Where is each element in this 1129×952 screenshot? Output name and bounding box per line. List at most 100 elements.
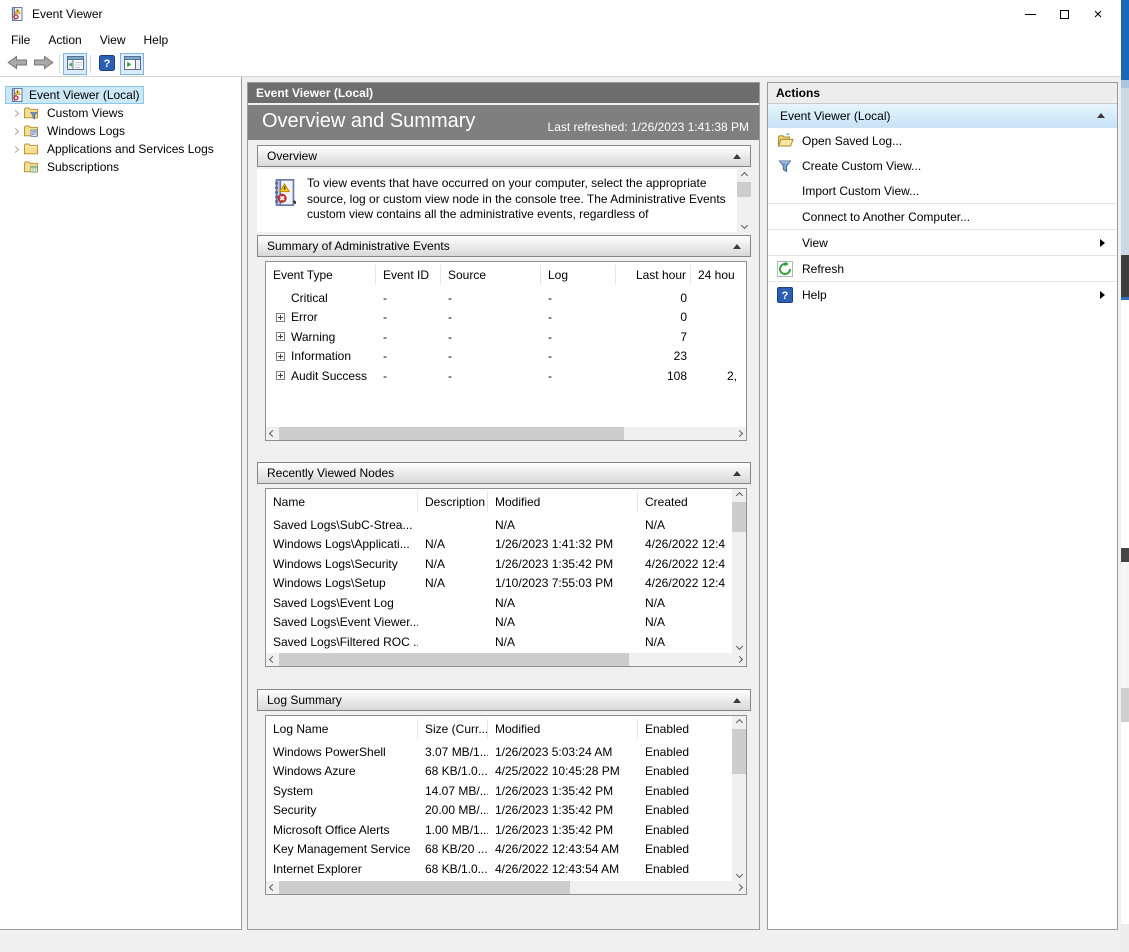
- column-header-log-name[interactable]: Log Name: [266, 719, 418, 739]
- scroll-right-icon[interactable]: [736, 430, 743, 437]
- scroll-left-icon[interactable]: [269, 656, 276, 663]
- scroll-down-icon[interactable]: [735, 871, 742, 878]
- log-summary-row[interactable]: System14.07 MB/...1/26/2023 1:35:42 PMEn…: [266, 781, 746, 801]
- scrollbar-thumb[interactable]: [732, 502, 746, 532]
- column-header-description[interactable]: Description: [418, 492, 488, 512]
- scroll-down-icon[interactable]: [740, 222, 747, 229]
- column-header-log[interactable]: Log: [541, 265, 616, 285]
- scrollbar-track[interactable]: [279, 427, 733, 440]
- scrollbar-thumb[interactable]: [279, 881, 570, 894]
- summary-event-row[interactable]: Information---23: [266, 347, 746, 367]
- overview-vertical-scrollbar[interactable]: [737, 169, 751, 232]
- scrollbar-thumb[interactable]: [737, 182, 751, 197]
- expand-plus-icon[interactable]: [276, 313, 285, 322]
- scroll-up-icon[interactable]: [735, 719, 742, 726]
- scrollbar-thumb[interactable]: [279, 427, 624, 440]
- column-header-source[interactable]: Source: [441, 265, 541, 285]
- scrollbar-track[interactable]: [732, 729, 746, 868]
- action-item-help[interactable]: ?Help: [768, 282, 1117, 307]
- menu-item-view[interactable]: View: [91, 30, 135, 50]
- recent-node-row[interactable]: Saved Logs\Filtered ROC ...N/AN/A: [266, 632, 746, 652]
- scrollbar-track[interactable]: [732, 502, 746, 640]
- horizontal-scrollbar[interactable]: [266, 881, 746, 894]
- help-button[interactable]: ?: [94, 53, 120, 75]
- summary-event-row[interactable]: Audit Success---1082,: [266, 366, 746, 386]
- vertical-scrollbar[interactable]: [732, 716, 746, 881]
- show-action-pane-button[interactable]: [120, 53, 144, 75]
- action-item-create-custom-view-[interactable]: Create Custom View...: [768, 153, 1117, 178]
- actions-group-header[interactable]: Event Viewer (Local): [768, 104, 1117, 128]
- action-item-import-custom-view-[interactable]: Import Custom View...: [768, 178, 1117, 203]
- scroll-right-icon[interactable]: [736, 656, 743, 663]
- column-header-size-curr-[interactable]: Size (Curr...: [418, 719, 488, 739]
- tree-expander[interactable]: [8, 129, 23, 134]
- tree-item-subscriptions[interactable]: Subscriptions: [0, 158, 241, 176]
- horizontal-scrollbar[interactable]: [266, 427, 746, 440]
- recent-node-row[interactable]: Saved Logs\SubC-Strea...N/AN/A: [266, 515, 746, 535]
- scroll-left-icon[interactable]: [269, 430, 276, 437]
- expand-plus-icon[interactable]: [276, 371, 285, 380]
- action-item-view[interactable]: View: [768, 230, 1117, 255]
- recent-node-row[interactable]: Windows Logs\SecurityN/A1/26/2023 1:35:4…: [266, 554, 746, 574]
- summary-section-header[interactable]: Summary of Administrative Events: [257, 235, 751, 257]
- column-header-name[interactable]: Name: [266, 492, 418, 512]
- scrollbar-track[interactable]: [279, 653, 733, 666]
- tree-item-custom-views[interactable]: Custom Views: [0, 104, 241, 122]
- menu-item-action[interactable]: Action: [39, 30, 90, 50]
- scroll-up-icon[interactable]: [735, 492, 742, 499]
- column-header-event-type[interactable]: Event Type: [266, 265, 376, 285]
- scroll-left-icon[interactable]: [269, 884, 276, 891]
- close-button[interactable]: ×: [1081, 0, 1115, 28]
- recent-node-row[interactable]: Saved Logs\Event LogN/AN/A: [266, 593, 746, 613]
- maximize-button[interactable]: [1047, 0, 1081, 28]
- scrollbar-thumb[interactable]: [279, 653, 629, 666]
- column-header-enabled[interactable]: Enabled: [638, 719, 732, 739]
- column-header-last-hour[interactable]: Last hour: [616, 265, 691, 285]
- summary-event-row[interactable]: Critical---0: [266, 288, 746, 308]
- column-header-modified[interactable]: Modified: [488, 719, 638, 739]
- show-console-tree-button[interactable]: [63, 53, 87, 75]
- back-button[interactable]: [4, 53, 30, 75]
- log-summary-row[interactable]: Security20.00 MB/...1/26/2023 1:35:42 PM…: [266, 801, 746, 821]
- log-summary-row[interactable]: Key Management Service68 KB/20 ...4/26/2…: [266, 840, 746, 860]
- vertical-scrollbar[interactable]: [732, 489, 746, 653]
- tree-item-windows-logs[interactable]: Windows Logs: [0, 122, 241, 140]
- action-item-open-saved-log-[interactable]: Open Saved Log...: [768, 128, 1117, 153]
- expand-plus-icon[interactable]: [276, 352, 285, 361]
- column-header-modified[interactable]: Modified: [488, 492, 638, 512]
- minimize-button[interactable]: [1013, 0, 1047, 28]
- log-summary-row[interactable]: Windows Azure68 KB/1.0...4/25/2022 10:45…: [266, 762, 746, 782]
- tree-item-event-viewer-local-[interactable]: Event Viewer (Local): [0, 86, 241, 104]
- summary-event-row[interactable]: Error---0: [266, 308, 746, 328]
- recent-nodes-section-header[interactable]: Recently Viewed Nodes: [257, 462, 751, 484]
- recent-node-row[interactable]: Saved Logs\Event Viewer...N/AN/A: [266, 613, 746, 633]
- log-summary-row[interactable]: Windows PowerShell3.07 MB/1...1/26/2023 …: [266, 742, 746, 762]
- column-header-event-id[interactable]: Event ID: [376, 265, 441, 285]
- scrollbar-track[interactable]: [279, 881, 733, 894]
- tree-expander[interactable]: [8, 111, 23, 116]
- recent-node-row[interactable]: Windows Logs\SetupN/A1/10/2023 7:55:03 P…: [266, 574, 746, 594]
- expand-plus-icon[interactable]: [276, 332, 285, 341]
- scrollbar-thumb[interactable]: [732, 729, 746, 774]
- menu-item-help[interactable]: Help: [135, 30, 178, 50]
- log-summary-section-header[interactable]: Log Summary: [257, 689, 751, 711]
- column-header-24-hou[interactable]: 24 hou: [691, 265, 741, 285]
- table-cell: Critical: [266, 291, 376, 305]
- action-item-refresh[interactable]: Refresh: [768, 256, 1117, 281]
- scroll-right-icon[interactable]: [736, 884, 743, 891]
- log-summary-row[interactable]: Microsoft Office Alerts1.00 MB/1...1/26/…: [266, 820, 746, 840]
- scroll-down-icon[interactable]: [735, 643, 742, 650]
- recent-node-row[interactable]: Windows Logs\Applicati...N/A1/26/2023 1:…: [266, 535, 746, 555]
- tree-item-applications-and-services-logs[interactable]: Applications and Services Logs: [0, 140, 241, 158]
- log-summary-row[interactable]: Internet Explorer68 KB/1.0...4/26/2022 1…: [266, 859, 746, 879]
- column-header-created[interactable]: Created: [638, 492, 732, 512]
- horizontal-scrollbar[interactable]: [266, 653, 746, 666]
- menu-item-file[interactable]: File: [2, 30, 39, 50]
- action-item-connect-to-another-computer-[interactable]: Connect to Another Computer...: [768, 204, 1117, 229]
- overview-section-header[interactable]: Overview: [257, 145, 751, 167]
- summary-event-row[interactable]: Warning---7: [266, 327, 746, 347]
- tree-expander[interactable]: [8, 147, 23, 152]
- scroll-up-icon[interactable]: [740, 172, 747, 179]
- forward-button[interactable]: [30, 53, 56, 75]
- scrollbar-track[interactable]: [737, 182, 751, 219]
